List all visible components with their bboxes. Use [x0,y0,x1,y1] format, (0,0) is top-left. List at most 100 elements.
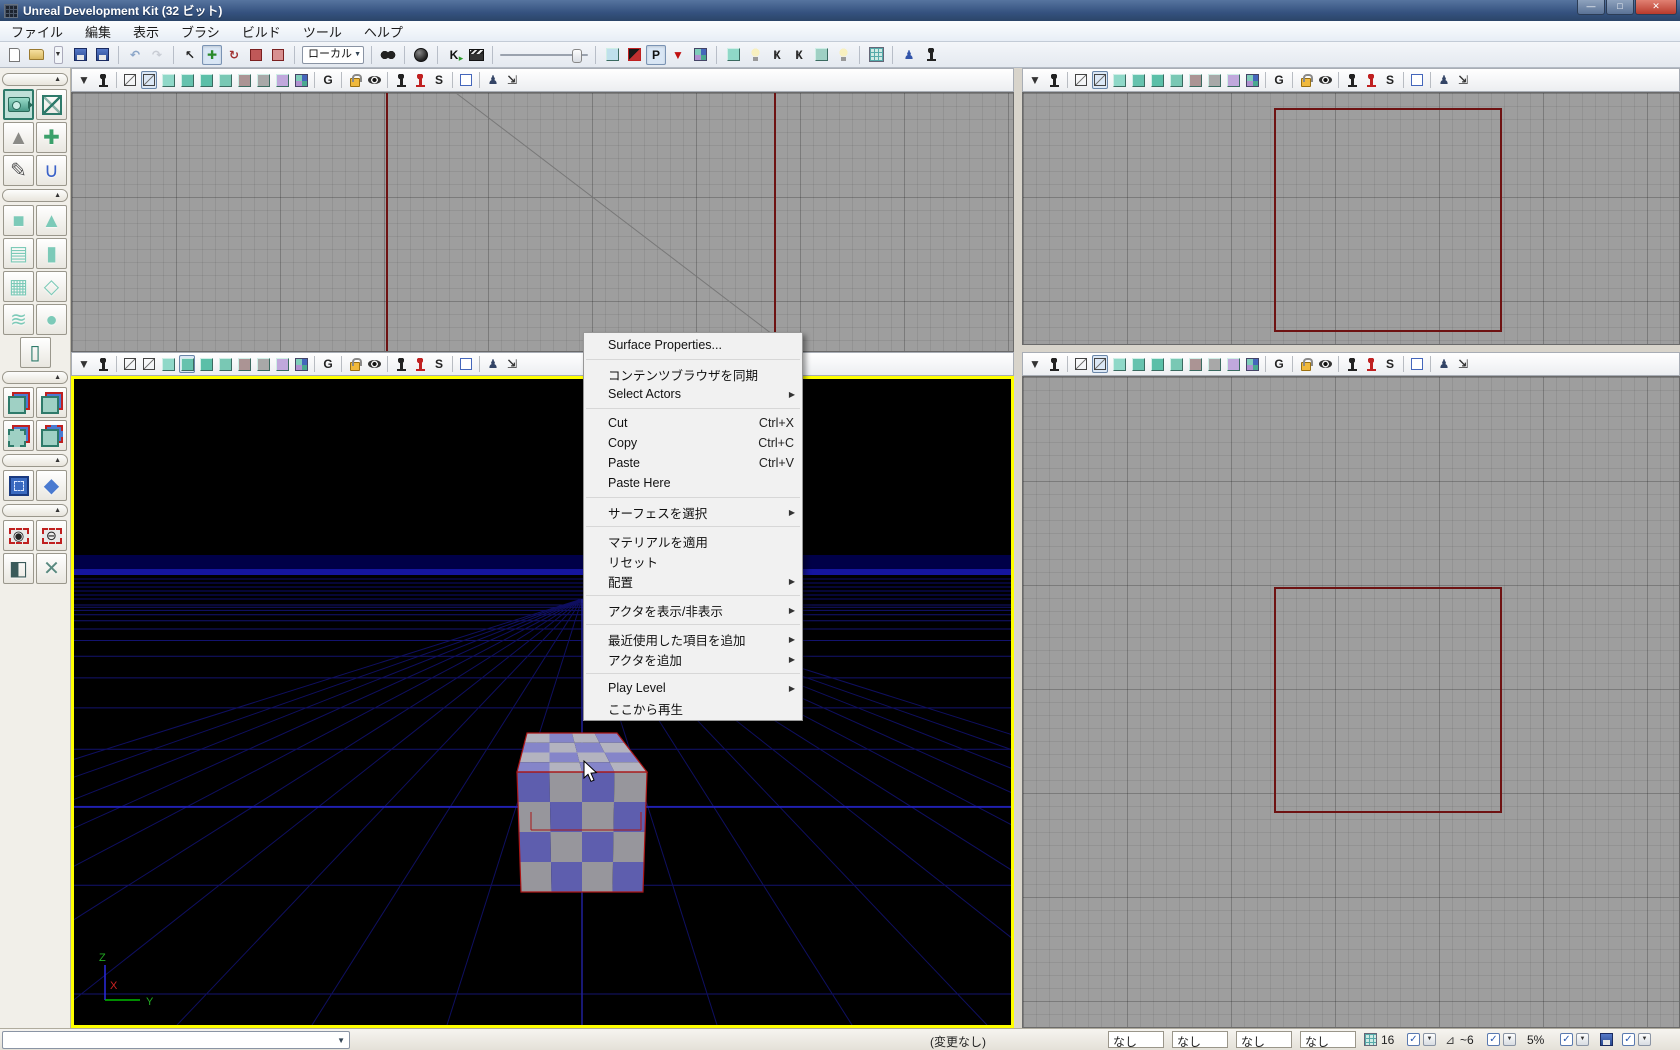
bl-lit-mode-icon[interactable] [179,355,195,373]
tr-lightmap-density-mode-icon[interactable] [1244,71,1260,89]
tr-squint-mode-icon[interactable]: S [1382,71,1398,89]
br-lighting-only-mode-icon[interactable] [1168,355,1184,373]
cube-brush-button[interactable]: ■ [3,205,34,236]
coordinate-system-select[interactable]: ローカル▼ [301,45,365,65]
br-unlit-mode-icon[interactable] [1111,355,1127,373]
save-map-button[interactable] [70,45,90,65]
br-camera-lock-icon[interactable] [1344,355,1360,373]
bl-light-complexity-mode-icon[interactable] [236,355,252,373]
redo-button[interactable]: ↷ [147,45,167,65]
texture-stats-button[interactable] [690,45,710,65]
viewport-front-ortho[interactable] [1022,92,1680,345]
context-item-copy[interactable]: CopyCtrl+C [584,433,802,453]
tr-camera-lock-icon[interactable] [1344,71,1360,89]
tr-player-start-icon[interactable]: ♟ [1436,71,1452,89]
br-game-view-toggle[interactable]: G [1271,355,1287,373]
scale-snap-checkbox[interactable]: ✓ [1560,1033,1573,1046]
tl-game-view-toggle[interactable]: G [320,71,336,89]
desk-user-button[interactable]: ♟ [899,45,919,65]
rotate-tool-button[interactable]: ↻ [224,45,244,65]
open-map-button[interactable] [26,45,46,65]
vertical-splitter[interactable] [1014,68,1022,1028]
cylinder-brush-button[interactable]: ▮ [36,238,67,269]
joystick-button[interactable] [921,45,941,65]
bl-texture-density-mode-icon[interactable] [274,355,290,373]
br-unreal-frame-icon[interactable] [1409,355,1425,373]
bl-show-flags-eye-icon[interactable] [366,355,382,373]
tl-lighting-only-mode-icon[interactable] [217,71,233,89]
menu-ビルド[interactable]: ビルド [231,20,292,43]
br-player-start-icon[interactable]: ♟ [1436,355,1452,373]
palette-group-collapse-2[interactable]: ▲ [2,371,68,384]
bl-lighting-only-mode-icon[interactable] [217,355,233,373]
br-texture-density-mode-icon[interactable] [1225,355,1241,373]
tr-detail-lighting-mode-icon[interactable] [1149,71,1165,89]
search-actors-button[interactable] [378,45,398,65]
volumetric-brush-button[interactable]: ▯ [20,337,51,368]
tl-unlit-mode-icon[interactable] [160,71,176,89]
palette-group-collapse-0[interactable]: ▲ [2,73,68,86]
tr-viewport-options-dropdown[interactable]: ▼ [1027,71,1043,89]
br-maximize-viewport-icon[interactable]: ⇲ [1455,355,1471,373]
tr-maximize-viewport-icon[interactable]: ⇲ [1455,71,1471,89]
tl-texture-density-mode-icon[interactable] [274,71,290,89]
bl-player-start-icon[interactable]: ♟ [485,355,501,373]
context-item-cut[interactable]: CutCtrl+X [584,413,802,433]
rotation-snap-checkbox[interactable]: ✓ [1487,1033,1500,1046]
br-lightmap-density-mode-icon[interactable] [1244,355,1260,373]
tr-shader-complexity-mode-icon[interactable] [1206,71,1222,89]
bl-viewport-lock-icon[interactable] [347,355,363,373]
show-all-button[interactable]: ✕ [36,553,67,584]
tr-show-flags-eye-icon[interactable] [1317,71,1333,89]
csg-deintersect-button[interactable] [36,420,67,451]
bl-shader-complexity-mode-icon[interactable] [255,355,271,373]
csg-add-button[interactable] [3,387,34,418]
tl-lit-mode-icon[interactable] [179,71,195,89]
open-map-dropdown[interactable]: ▼ [48,45,68,65]
context-item-select-surfaces[interactable]: サーフェスを選択▶ [584,502,802,522]
scale-tool-button[interactable] [246,45,266,65]
context-item-play-from-here[interactable]: ここから再生 [584,698,802,718]
bl-squint-mode-icon[interactable]: S [431,355,447,373]
bl-wireframe-mode-icon[interactable] [141,355,157,373]
rotation-snap-dropdown[interactable]: ▼ [1503,1033,1516,1046]
tr-unreal-frame-icon[interactable] [1409,71,1425,89]
csg-intersect-button[interactable] [3,420,34,451]
maximize-button[interactable]: □ [1606,0,1634,15]
menu-編集[interactable]: 編集 [74,20,122,43]
tl-maximize-viewport-icon[interactable]: ⇲ [504,71,520,89]
add-special-brush-button[interactable] [3,470,34,501]
bl-maximize-viewport-icon[interactable]: ⇲ [504,355,520,373]
tr-lighting-only-mode-icon[interactable] [1168,71,1184,89]
close-button[interactable]: ✕ [1635,0,1677,15]
select-tool-button[interactable]: ↖ [180,45,200,65]
tr-lit-mode-icon[interactable] [1130,71,1146,89]
viewport-top-ortho[interactable] [71,92,1014,352]
hide-selected-button[interactable]: ⊖ [36,520,67,551]
menu-表示[interactable]: 表示 [122,20,170,43]
tl-unreal-frame-icon[interactable] [458,71,474,89]
autosave-checkbox[interactable]: ✓ [1622,1033,1635,1046]
context-item-play-level[interactable]: Play Level▶ [584,678,802,698]
menu-ファイル[interactable]: ファイル [0,20,74,43]
tr-light-complexity-mode-icon[interactable] [1187,71,1203,89]
publish-button[interactable]: P [646,45,666,65]
tl-viewport-lock-icon[interactable] [347,71,363,89]
context-item-apply-material[interactable]: マテリアルを適用 [584,531,802,551]
autosave-dropdown[interactable]: ▼ [1638,1033,1651,1046]
sphere-brush-button[interactable]: ● [36,304,67,335]
viewport-perspective[interactable]: ZXY [71,376,1014,1028]
tl-detail-lighting-mode-icon[interactable] [198,71,214,89]
br-shader-complexity-mode-icon[interactable] [1206,355,1222,373]
tr-texture-density-mode-icon[interactable] [1225,71,1241,89]
sheet-brush-button[interactable]: ◇ [36,271,67,302]
tl-viewport-options-dropdown[interactable]: ▼ [76,71,92,89]
palette-group-collapse-3[interactable]: ▲ [2,454,68,467]
new-map-button[interactable] [4,45,24,65]
tl-light-complexity-mode-icon[interactable] [236,71,252,89]
tr-unlit-mode-icon[interactable] [1111,71,1127,89]
br-squint-mode-icon[interactable]: S [1382,355,1398,373]
tl-actor-lock-icon[interactable] [412,71,428,89]
content-browser-button[interactable] [602,45,622,65]
bl-realtime-toggle-icon[interactable] [95,355,111,373]
